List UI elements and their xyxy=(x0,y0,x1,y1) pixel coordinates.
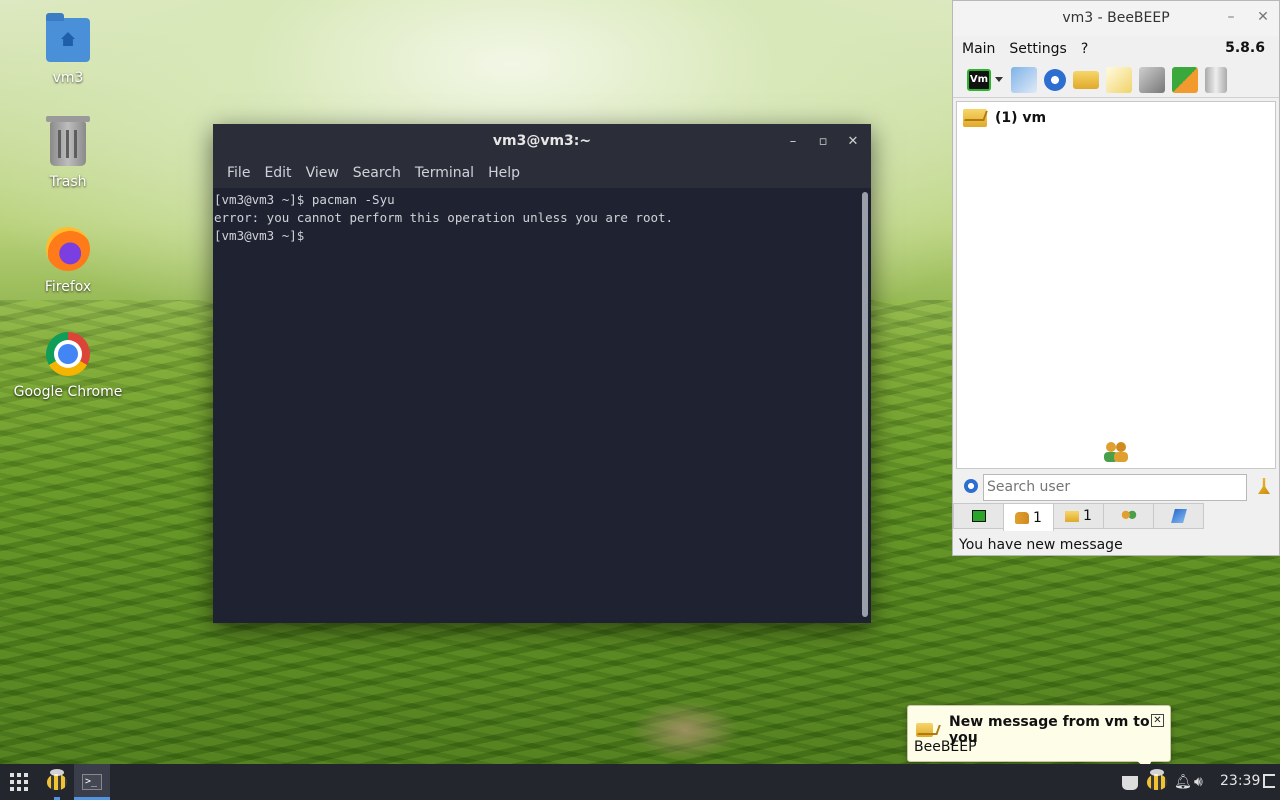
home-folder-icon xyxy=(46,13,90,62)
minimize-button[interactable]: – xyxy=(782,131,804,153)
terminal-output[interactable]: [vm3@vm3 ~]$ pacman -Syu error: you cann… xyxy=(213,188,859,623)
user-name: (1) vm xyxy=(995,110,1047,126)
tools-icon[interactable] xyxy=(1139,66,1165,93)
notification-close-button[interactable]: ✕ xyxy=(1151,714,1164,727)
menu-search[interactable]: Search xyxy=(346,160,408,188)
tab-label: 1 xyxy=(1083,508,1092,524)
menu-main[interactable]: Main xyxy=(962,41,995,57)
coffee-icon[interactable] xyxy=(1122,776,1138,790)
beebeep-titlebar[interactable]: vm3 - BeeBEEP – ✕ xyxy=(953,1,1279,36)
desktop-icon-trash[interactable]: Trash xyxy=(3,116,133,190)
terminal-icon: >_ xyxy=(82,774,102,790)
user-list-item[interactable]: (1) vm xyxy=(957,102,1275,134)
clear-search-icon[interactable] xyxy=(1258,478,1270,494)
beebeep-tray-icon xyxy=(1147,769,1167,790)
logout-icon[interactable] xyxy=(1263,774,1275,788)
version-label: 5.8.6 xyxy=(1225,40,1265,56)
chats-icon xyxy=(1065,510,1080,522)
menu-help[interactable]: ? xyxy=(1081,41,1088,57)
users-icon xyxy=(1101,440,1131,464)
beebeep-tray-button[interactable] xyxy=(1145,764,1169,800)
terminal-line: [vm3@vm3 ~]$ pacman -Syu xyxy=(214,192,395,207)
beebeep-toolbar: Vm xyxy=(953,62,1279,98)
notification-title: New message from vm to you xyxy=(948,714,1150,746)
screen-icon xyxy=(971,510,986,522)
terminal-prompt: [vm3@vm3 ~]$ xyxy=(214,228,312,243)
close-button[interactable]: ✕ xyxy=(1254,9,1272,25)
desktop-icon-label: Trash xyxy=(49,174,87,190)
wallpaper-path xyxy=(630,700,740,760)
beebeep-menubar: Main Settings ? 5.8.6 xyxy=(953,36,1279,62)
terminal-title: vm3@vm3:~ xyxy=(492,133,592,149)
terminal-window[interactable]: vm3@vm3:~ – ▫ ✕ File Edit View Search Te… xyxy=(213,124,871,623)
search-user-input[interactable] xyxy=(983,473,1247,501)
terminal-scrollbar[interactable] xyxy=(862,192,868,617)
close-button[interactable]: ✕ xyxy=(842,131,864,153)
status-bar-text: You have new message xyxy=(959,537,1123,553)
menu-view[interactable]: View xyxy=(299,160,346,188)
desktop-icon-label: vm3 xyxy=(52,70,84,86)
app-launcher-button[interactable] xyxy=(4,764,34,800)
grid-icon xyxy=(10,773,28,791)
bell-icon[interactable]: 🔔︎ xyxy=(1174,774,1192,790)
beebeep-tabs: 1 1 xyxy=(953,503,1204,531)
menu-settings[interactable]: Settings xyxy=(1009,41,1066,57)
desktop-icon-firefox[interactable]: Firefox xyxy=(3,227,133,295)
taskbar-terminal[interactable]: >_ xyxy=(74,764,110,800)
desktop-icon-label: Google Chrome xyxy=(13,384,123,400)
terminal-titlebar[interactable]: vm3@vm3:~ – ▫ ✕ xyxy=(213,124,871,160)
menu-edit[interactable]: Edit xyxy=(257,160,298,188)
clock[interactable]: 23:39 xyxy=(1220,773,1260,789)
notification-popup[interactable]: New message from vm to you ✕ BeeBEEP xyxy=(907,705,1171,770)
user-list[interactable]: (1) vm xyxy=(956,101,1276,469)
network-icon[interactable] xyxy=(1044,68,1066,91)
trash-icon xyxy=(46,116,90,166)
update-icon[interactable] xyxy=(1172,66,1198,93)
minimize-button[interactable]: – xyxy=(1222,9,1240,25)
tab-groups[interactable] xyxy=(1103,503,1154,529)
compose-icon[interactable] xyxy=(1106,66,1132,93)
network-status-icon[interactable] xyxy=(964,479,978,493)
terminal-menubar: File Edit View Search Terminal Help xyxy=(213,160,871,188)
users-icon xyxy=(1015,511,1030,524)
chrome-icon xyxy=(46,332,90,376)
firefox-icon xyxy=(46,227,90,271)
maximize-button[interactable]: ▫ xyxy=(812,131,834,153)
user-search-bar xyxy=(956,472,1276,502)
volume-icon[interactable]: 🔊︎ xyxy=(1194,774,1203,790)
taskbar: >_ 🔔︎ 🔊︎ 23:39 xyxy=(0,764,1280,800)
menu-help[interactable]: Help xyxy=(481,160,527,188)
files-icon xyxy=(1170,509,1187,523)
chevron-down-icon[interactable] xyxy=(995,77,1003,82)
chat-envelope-icon xyxy=(916,723,933,737)
vm-status-icon[interactable]: Vm xyxy=(967,68,991,91)
desktop-icon-label: Firefox xyxy=(44,279,92,295)
new-chat-icon[interactable] xyxy=(1073,70,1099,89)
desktop-icon-chrome[interactable]: Google Chrome xyxy=(3,332,133,400)
profile-edit-icon[interactable] xyxy=(1011,66,1037,93)
vm-status-label: Vm xyxy=(969,73,989,85)
taskbar-beebeep[interactable] xyxy=(40,764,74,800)
tab-users[interactable]: 1 xyxy=(1003,503,1054,531)
menu-file[interactable]: File xyxy=(220,160,257,188)
tab-files[interactable] xyxy=(1153,503,1204,529)
beebeep-window[interactable]: vm3 - BeeBEEP – ✕ Main Settings ? 5.8.6 … xyxy=(952,0,1280,556)
beebeep-icon xyxy=(47,769,67,790)
trash-icon[interactable] xyxy=(1205,66,1227,93)
notification-body: BeeBEEP xyxy=(914,739,977,755)
chat-envelope-icon xyxy=(963,109,987,127)
groups-icon xyxy=(1120,510,1137,522)
desktop-icon-home[interactable]: vm3 xyxy=(3,13,133,86)
tab-label: 1 xyxy=(1033,509,1042,526)
terminal-line: error: you cannot perform this operation… xyxy=(214,210,674,225)
tab-chats[interactable]: 1 xyxy=(1053,503,1104,529)
tab-home[interactable] xyxy=(953,503,1004,529)
menu-terminal[interactable]: Terminal xyxy=(408,160,481,188)
